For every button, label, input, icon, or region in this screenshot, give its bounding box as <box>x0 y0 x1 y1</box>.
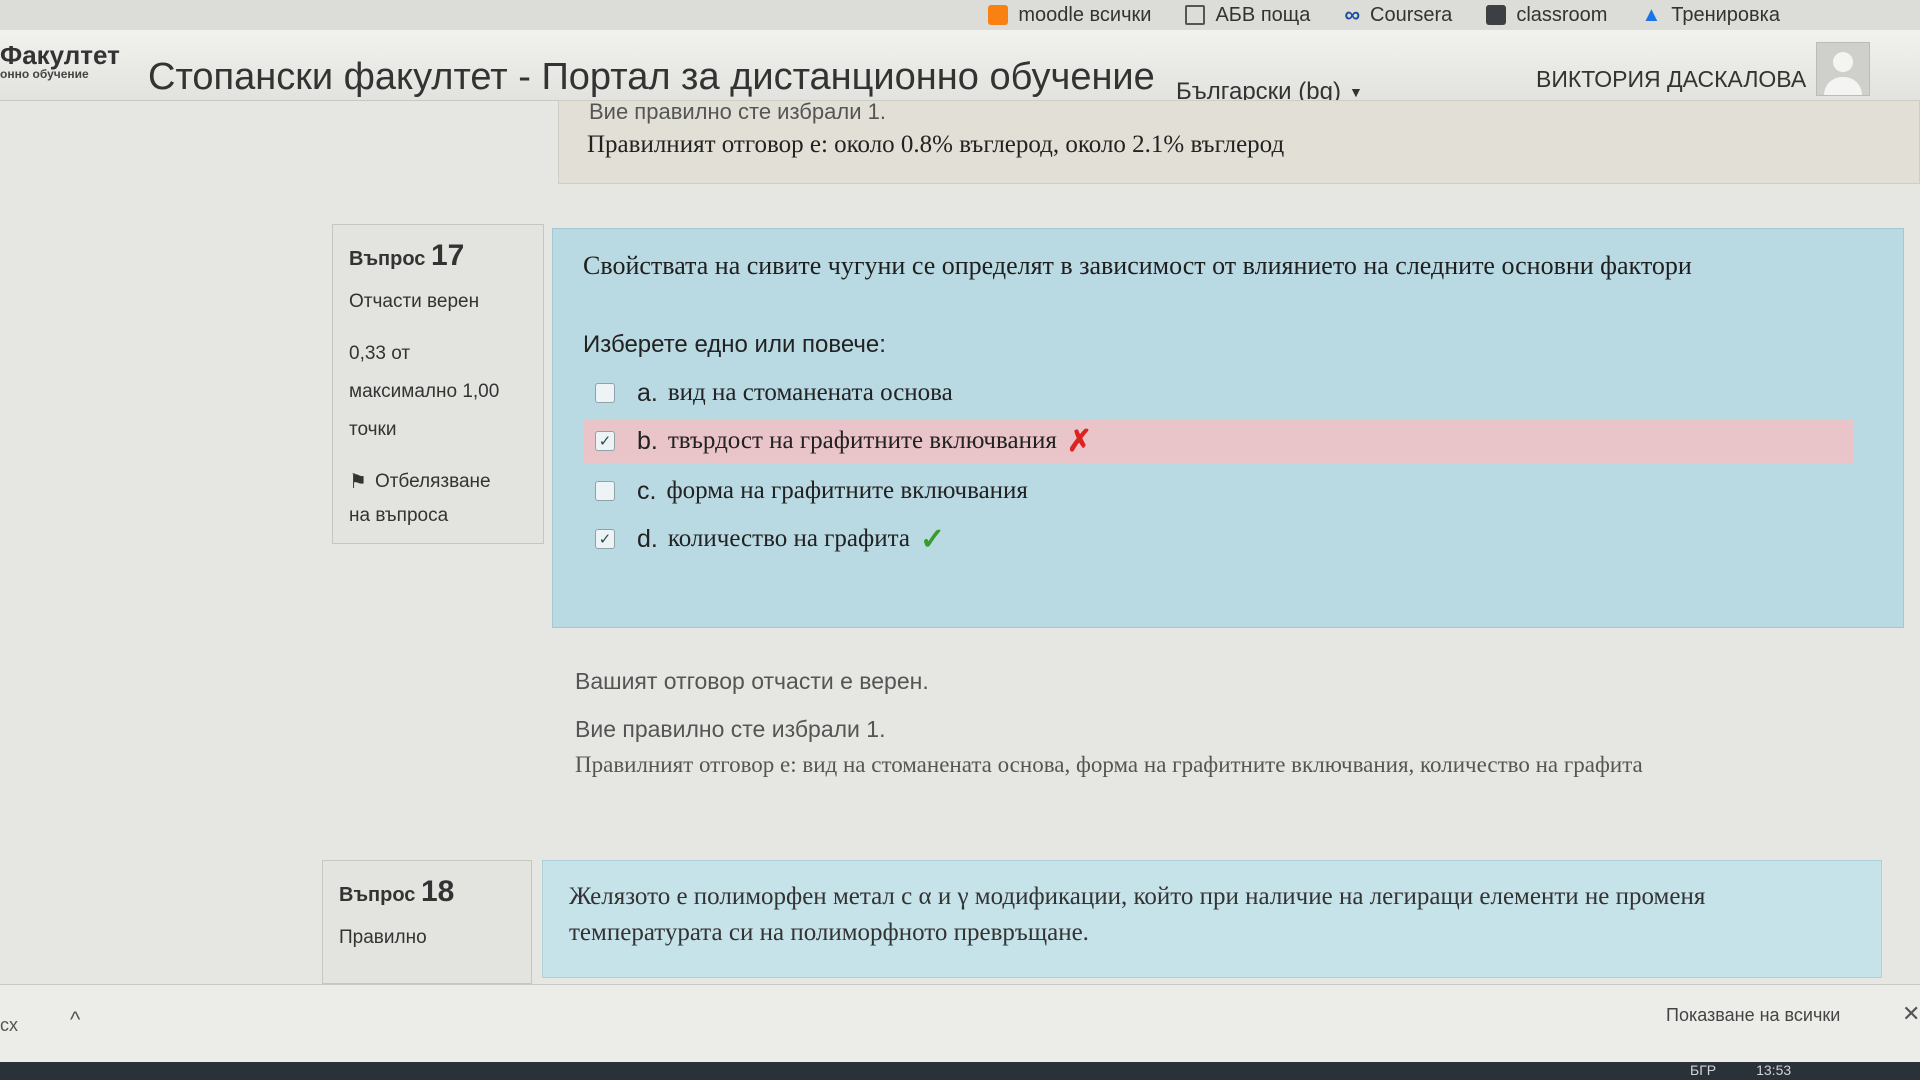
question-text: Свойствата на сивите чугуни се определят… <box>583 251 1692 280</box>
bookmark-classroom[interactable]: classroom <box>1486 4 1607 27</box>
chevron-up-icon[interactable]: ^ <box>70 1007 80 1033</box>
taskbar: БГР 13:53 <box>0 1062 1920 1080</box>
question-number: Въпрос 17 <box>349 239 465 272</box>
moodle-icon <box>988 5 1009 25</box>
previous-correct-answer: Правилният отговор е: около 0.8% въглеро… <box>587 131 1285 158</box>
download-item-label[interactable]: сх <box>0 1015 18 1036</box>
bookmark-label: АБВ поща <box>1215 3 1311 26</box>
correct-icon: ✓ <box>919 522 946 556</box>
feedback-correct-answer: Правилният отговор е: вид на стоманената… <box>575 752 1643 777</box>
feedback-selected-count: Вие правилно сте избрали 1. <box>575 716 886 742</box>
bookmark-label: moodle всички <box>1018 3 1152 26</box>
close-icon[interactable]: ✕ <box>1902 1001 1920 1027</box>
bookmark-label: Тренировка <box>1671 3 1780 26</box>
bookmark-coursera[interactable]: ∞ Coursera <box>1344 2 1452 28</box>
caret-down-icon: ▼ <box>1348 84 1363 100</box>
question-grade: 0,33 от максимално 1,00 точки <box>349 343 500 440</box>
question-text: Желязото е полиморфен метал с α и γ моди… <box>569 883 1706 946</box>
question-state: Правилно <box>339 927 427 948</box>
question-18-info: Въпрос 18 Правилно <box>322 860 532 984</box>
bookmark-abv[interactable]: АБВ поща <box>1185 4 1310 27</box>
user-silhouette-icon <box>1833 52 1853 72</box>
answer-prompt: Изберете едно или повече: <box>583 331 886 358</box>
drive-icon: ▲ <box>1641 3 1662 26</box>
bookmark-training[interactable]: ▲ Тренировка <box>1641 4 1780 27</box>
site-logo[interactable]: Факултет онно обучение <box>0 42 120 80</box>
house-icon <box>1185 5 1206 25</box>
question-number: Въпрос 18 <box>339 875 455 908</box>
question-17-content: Свойствата на сивите чугуни се определят… <box>552 228 1904 628</box>
avatar[interactable] <box>1816 42 1870 96</box>
bookmark-moodle[interactable]: moodle всички <box>988 4 1151 27</box>
infinity-icon: ∞ <box>1344 2 1361 27</box>
user-name[interactable]: ВИКТОРИЯ ДАСКАЛОВА <box>1536 66 1806 93</box>
answer-option-a[interactable]: a. вид на стоманената основа <box>583 371 953 415</box>
show-all-downloads-link[interactable]: Показване на всички <box>1666 1005 1840 1026</box>
previous-selected-count: Вие правилно сте избрали 1. <box>589 99 886 124</box>
checkbox[interactable] <box>595 383 615 403</box>
incorrect-icon: ✗ <box>1066 424 1092 458</box>
clock[interactable]: 13:53 <box>1756 1062 1791 1078</box>
site-title[interactable]: Стопански факултет - Портал за дистанцио… <box>148 56 1155 99</box>
classroom-icon <box>1486 5 1507 25</box>
answer-option-d[interactable]: ✓ d. количество на графита ✓ <box>583 517 945 561</box>
previous-question-feedback: Вие правилно сте избрали 1. Правилният о… <box>558 99 1920 184</box>
keyboard-language[interactable]: БГР <box>1690 1062 1716 1078</box>
bookmarks-bar: moodle всички АБВ поща ∞ Coursera classr… <box>0 0 1920 30</box>
flag-icon: ⚑ <box>349 471 367 493</box>
checkbox[interactable]: ✓ <box>595 431 615 451</box>
downloads-bar: сх ^ Показване на всички ✕ <box>0 984 1920 1063</box>
question-17-info: Въпрос 17 Отчасти верен 0,33 от максимал… <box>332 224 544 544</box>
question-18-content: Желязото е полиморфен метал с α и γ моди… <box>542 860 1882 978</box>
question-state: Отчасти верен <box>349 291 480 312</box>
brand-main: Факултет <box>0 40 120 70</box>
checkbox[interactable] <box>595 481 615 501</box>
answer-option-b[interactable]: ✓ b. твърдост на графитните включвания ✗ <box>583 419 1853 463</box>
bookmark-label: classroom <box>1516 3 1608 26</box>
bookmark-label: Coursera <box>1370 3 1453 26</box>
checkbox[interactable]: ✓ <box>595 529 615 549</box>
feedback-partial: Вашият отговор отчасти е верен. <box>575 668 929 694</box>
flag-question-link[interactable]: ⚑ Отбелязване на въпроса <box>349 465 527 533</box>
answer-option-c[interactable]: c. форма на графитните включвания <box>583 469 1028 513</box>
